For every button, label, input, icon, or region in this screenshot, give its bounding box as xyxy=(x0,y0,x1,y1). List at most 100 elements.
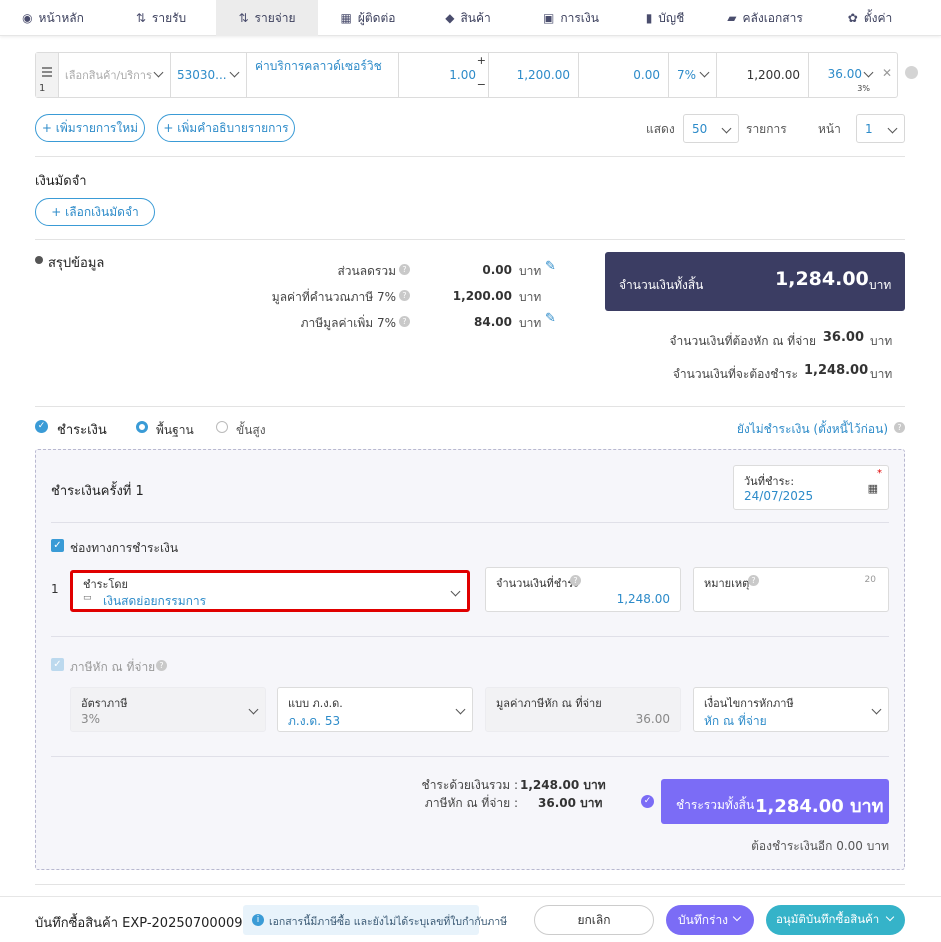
nav-products[interactable]: ◆ สินค้า xyxy=(418,0,518,36)
chevron-down-icon xyxy=(732,912,742,922)
radio-advanced[interactable] xyxy=(216,421,228,433)
pie-chart-icon[interactable] xyxy=(905,66,918,79)
wht-condition-select[interactable]: เงื่อนไขการหักภาษี หัก ณ ที่จ่าย xyxy=(693,687,889,732)
channel-label: ช่องทางการชำระเงิน xyxy=(70,541,179,555)
dashboard-icon: ◉ xyxy=(22,11,33,25)
cash-icon: ▭ xyxy=(83,593,92,603)
taxable-label: มูลค่าที่คำนวณภาษี 7% xyxy=(271,290,396,304)
note-char-count: 20 xyxy=(864,575,876,585)
vat-total: 84.00 xyxy=(474,315,512,329)
date-value: 24/07/2025 xyxy=(744,489,814,503)
vat-label: ภาษีมูลค่าเพิ่ม 7% xyxy=(300,316,396,330)
discount-total: 0.00 xyxy=(482,263,512,277)
page-value: 1 xyxy=(865,121,873,136)
plus-icon[interactable]: + xyxy=(477,54,486,67)
check-circle-icon: ✓ xyxy=(641,795,654,808)
nav-label: การเงิน xyxy=(560,10,599,25)
mode-basic-label: พื้นฐาน xyxy=(156,423,194,437)
wht-checkbox: ✓ xyxy=(51,658,64,671)
remaining-text: ต้องชำระเงินอีก 0.00 บาท xyxy=(751,839,889,853)
top-nav: ◉ หน้าหลัก ⇅ รายรับ ⇅ รายจ่าย ▦ ผู้ติดต่อ ◆ ส… xyxy=(0,0,941,36)
account-code: 53030... xyxy=(177,68,227,82)
drag-handle[interactable]: 1 xyxy=(36,53,58,97)
help-icon[interactable]: ? xyxy=(156,660,167,671)
radio-basic[interactable] xyxy=(136,421,148,433)
nav-label: หน้าหลัก xyxy=(38,10,84,25)
wht-rate-select[interactable]: อัตราภาษี 3% xyxy=(70,687,266,732)
calendar-icon[interactable]: ▦ xyxy=(868,482,878,495)
currency-label: บาท xyxy=(870,334,893,348)
grand-total-box: จำนวนเงินทั้งสิ้น 1,284.00 บาท xyxy=(605,252,905,311)
page-select[interactable]: 1 xyxy=(856,114,905,143)
edit-pencil-icon[interactable]: ✎ xyxy=(545,259,556,274)
approve-button[interactable]: อนุมัติบันทึกซื้อสินค้า xyxy=(766,905,905,935)
nav-settings[interactable]: ✿ ตั้งค่า xyxy=(824,0,916,36)
edit-pencil-icon[interactable]: ✎ xyxy=(545,311,556,326)
form-label: แบบ ภ.ง.ด. xyxy=(288,697,343,710)
currency-label: บาท xyxy=(519,264,542,278)
nav-accounting[interactable]: ▮ บัญชี xyxy=(624,0,706,36)
product-placeholder: เลือกสินค้า/บริการ xyxy=(65,69,152,82)
vat-select[interactable]: 7% xyxy=(668,53,716,97)
gear-icon: ✿ xyxy=(847,11,858,25)
help-icon[interactable]: ? xyxy=(748,575,759,586)
discount-value: 0.00 xyxy=(633,68,660,82)
pay-by-value: เงินสดย่อยกรรมการ xyxy=(103,594,207,608)
row-number: 1 xyxy=(39,83,46,94)
account-select[interactable]: 53030... xyxy=(170,53,246,97)
unpaid-link[interactable]: ยังไม่ชำระเงิน (ตั้งหนี้ไว้ก่อน) xyxy=(700,420,888,439)
cancel-button[interactable]: ยกเลิก xyxy=(534,905,654,935)
help-icon[interactable]: ? xyxy=(570,575,581,586)
wht-input[interactable]: 36.00 3% xyxy=(808,53,876,97)
pnd-form-select[interactable]: แบบ ภ.ง.ด. ภ.ง.ด. 53 xyxy=(277,687,473,732)
payment-amount-field[interactable]: จำนวนเงินที่ชำระ ? 1,248.00 xyxy=(485,567,681,612)
add-item-button[interactable]: + เพิ่มรายการใหม่ xyxy=(35,114,145,142)
approve-label: อนุมัติบันทึกซื้อสินค้า xyxy=(776,912,880,926)
discount-label: ส่วนลดรวม xyxy=(337,264,396,278)
unit-price-input[interactable]: 1,200.00 xyxy=(488,52,578,98)
channel-checkbox[interactable]: ✓ xyxy=(51,539,64,552)
currency-label: บาท xyxy=(870,367,893,381)
close-icon[interactable]: ✕ xyxy=(882,66,892,80)
wht-total-value: 36.00 บาท xyxy=(538,796,603,810)
info-icon: i xyxy=(252,914,264,926)
nav-income[interactable]: ⇅ รายรับ xyxy=(106,0,216,36)
nav-label: รายรับ xyxy=(151,10,187,25)
help-icon[interactable]: ? xyxy=(399,316,410,327)
channel-row-number: 1 xyxy=(51,582,59,596)
pay-by-select[interactable]: ชำระโดย ▭ เงินสดย่อยกรรมการ xyxy=(70,570,470,612)
page-label: หน้า xyxy=(818,122,841,136)
note-field[interactable]: หมายเหตุ ? 20 xyxy=(693,567,889,612)
nav-label: ผู้ติดต่อ xyxy=(357,10,396,25)
select-deposit-button[interactable]: + เลือกเงินมัดจำ xyxy=(35,198,155,226)
add-description-button[interactable]: + เพิ่มคำอธิบายรายการ xyxy=(157,114,295,142)
nav-expense[interactable]: ⇅ รายจ่าย xyxy=(216,0,318,36)
accounting-icon: ▮ xyxy=(645,11,653,25)
product-icon: ◆ xyxy=(445,11,455,25)
nav-label: รายจ่าย xyxy=(254,10,296,25)
grand-label: ชำระรวมทั้งสิ้น xyxy=(676,798,755,812)
currency-label: บาท xyxy=(519,290,542,304)
payment-date-field[interactable]: วันที่ชำระ: * 24/07/2025 ▦ xyxy=(733,465,889,510)
items-label: รายการ xyxy=(746,122,787,136)
help-icon[interactable]: ? xyxy=(894,422,905,433)
product-select[interactable]: เลือกสินค้า/บริการ xyxy=(58,53,170,97)
nav-dashboard[interactable]: ◉ หน้าหลัก xyxy=(0,0,106,36)
quantity-stepper[interactable]: 1.00 + − xyxy=(398,52,488,98)
minus-icon[interactable]: − xyxy=(477,78,486,91)
info-banner: i เอกสารนี้มีภาษีซื้อ และยังไม่ได้ระบุเล… xyxy=(243,905,507,935)
required-marker: * xyxy=(877,468,882,479)
nav-finance[interactable]: ▣ การเงิน xyxy=(518,0,624,36)
description-input[interactable]: ค่าบริการคลาวด์เซอร์วิช xyxy=(246,53,398,97)
discount-input[interactable]: 0.00 xyxy=(578,52,668,98)
per-page-select[interactable]: 50 xyxy=(683,114,739,143)
payment-title: ชำระเงิน xyxy=(57,423,107,438)
condition-label: เงื่อนไขการหักภาษี xyxy=(704,697,794,710)
cash-total-value: 1,248.00 บาท xyxy=(520,778,606,792)
nav-documents[interactable]: ▰ คลังเอกสาร xyxy=(706,0,824,36)
wht-summary-value: 36.00 xyxy=(822,330,864,345)
help-icon[interactable]: ? xyxy=(399,290,410,301)
save-draft-button[interactable]: บันทึกร่าง xyxy=(666,905,754,935)
nav-contacts[interactable]: ▦ ผู้ติดต่อ xyxy=(318,0,418,36)
help-icon[interactable]: ? xyxy=(399,264,410,275)
